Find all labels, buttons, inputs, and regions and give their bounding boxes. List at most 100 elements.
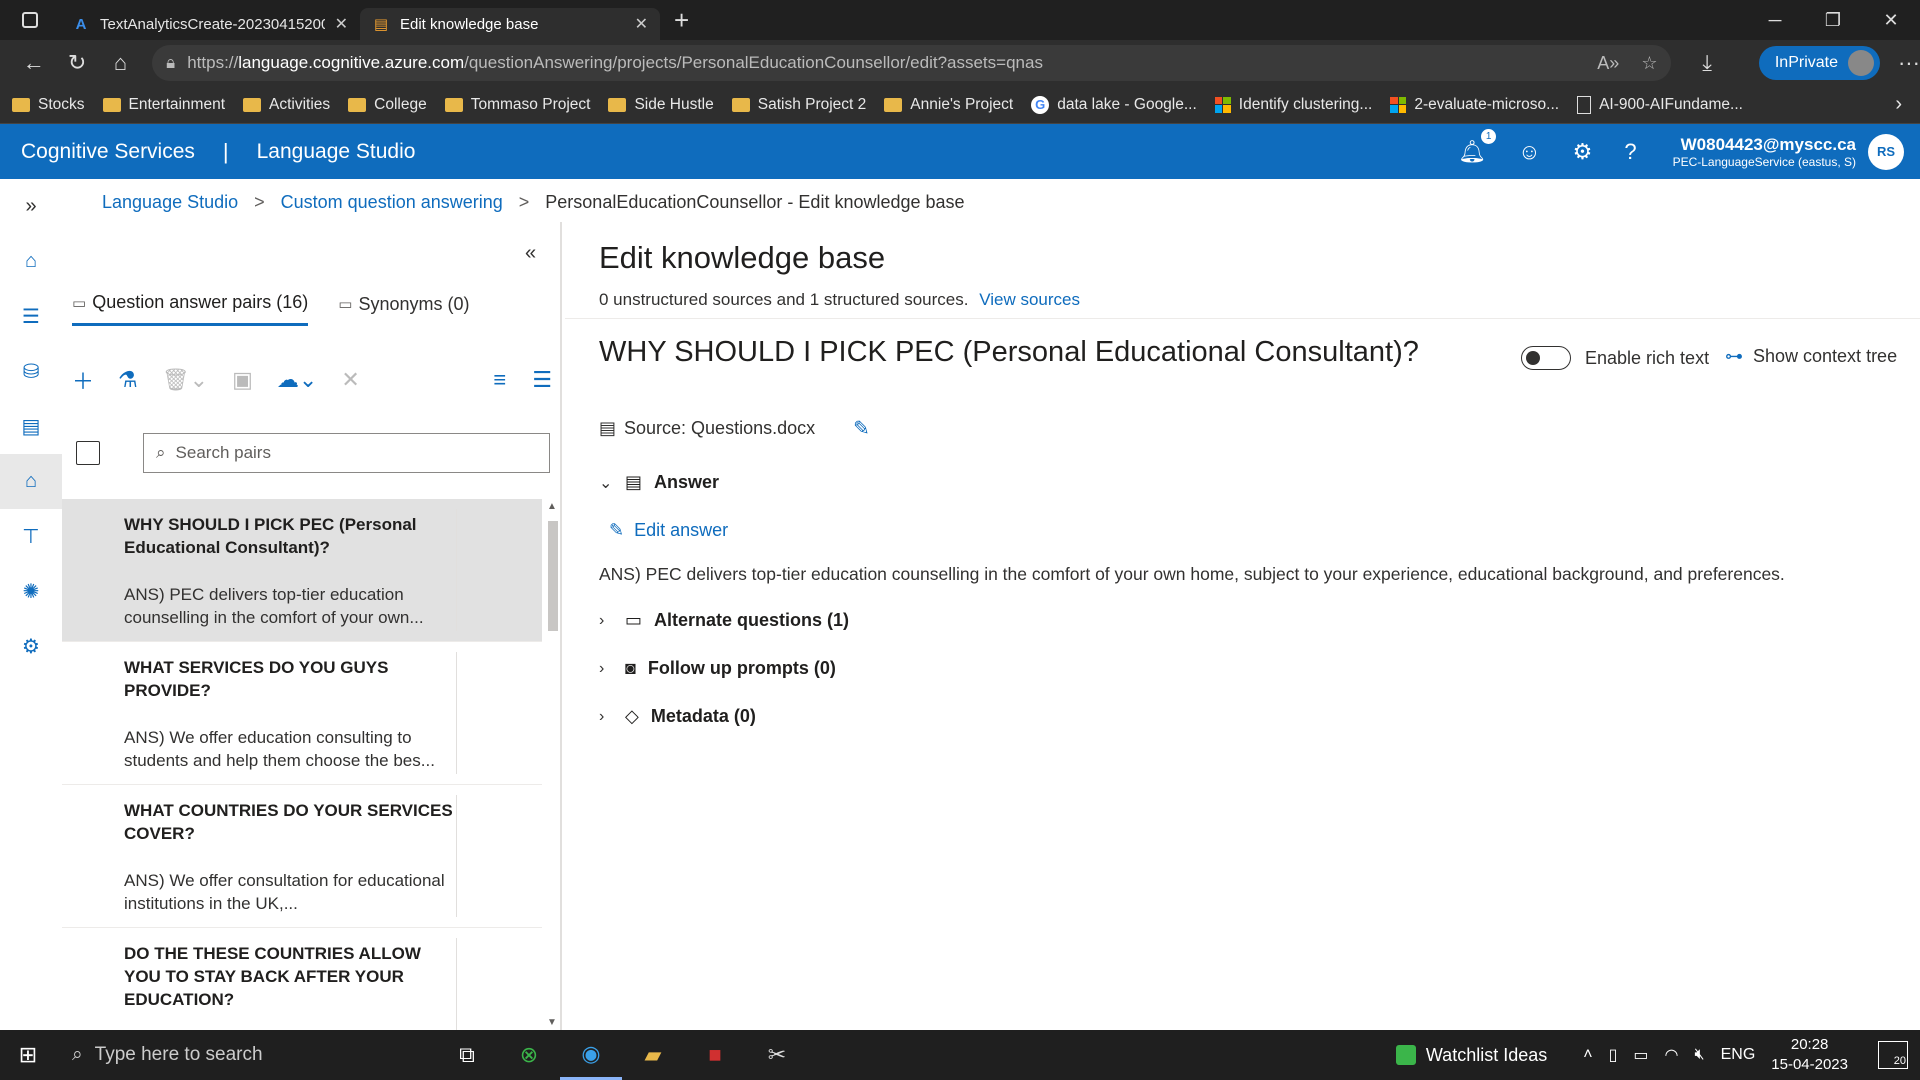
metadata-toggle[interactable]: › ◇ Metadata (0): [599, 706, 756, 727]
battery-icon[interactable]: ▭: [1633, 1045, 1648, 1065]
task-view-icon[interactable]: ⧉: [436, 1030, 498, 1080]
bookmark-entertainment[interactable]: Entertainment: [102, 96, 225, 114]
save-icon[interactable]: ▣: [232, 367, 253, 393]
settings-nav-icon[interactable]: ⚙: [0, 619, 62, 674]
toggle-switch[interactable]: [1521, 346, 1571, 370]
breadcrumb-language-studio[interactable]: Language Studio: [102, 192, 238, 213]
lightbulb-nav-icon[interactable]: ✺: [0, 564, 62, 619]
bookmark-tommaso[interactable]: Tommaso Project: [444, 96, 590, 114]
deploy-nav-icon[interactable]: ⊤: [0, 509, 62, 564]
taskbar-search-input[interactable]: ⌕ Type here to search: [56, 1030, 436, 1080]
chevron-right-icon[interactable]: ›: [1895, 93, 1902, 116]
read-aloud-icon[interactable]: A»: [1597, 53, 1619, 74]
answer-section-toggle[interactable]: ⌄ ▤ Answer: [599, 472, 719, 493]
close-window-icon[interactable]: ✕: [1862, 0, 1920, 40]
close-icon[interactable]: ✕: [635, 14, 648, 34]
list-item[interactable]: WHAT COUNTRIES DO YOUR SERVICES COVER? A…: [62, 785, 542, 928]
tab-actions-icon[interactable]: [0, 0, 60, 40]
refresh-icon[interactable]: ↻: [55, 50, 98, 76]
gear-icon[interactable]: ⚙: [1573, 139, 1593, 165]
bookmark-annie[interactable]: Annie's Project: [884, 96, 1013, 114]
add-icon[interactable]: ＋: [72, 364, 94, 396]
test-flask-icon[interactable]: ⚗: [118, 367, 138, 393]
bookmark-activities[interactable]: Activities: [243, 96, 330, 114]
chevron-down-icon: ⌄: [599, 474, 613, 492]
download-icon[interactable]: ⤓: [1685, 50, 1728, 76]
edit-kb-nav-icon[interactable]: ⌂: [0, 454, 62, 509]
bookmark-ai900[interactable]: AI-900-AIFundame...: [1577, 95, 1743, 114]
restore-icon[interactable]: ❐: [1804, 0, 1862, 40]
bookmark-college[interactable]: College: [348, 96, 427, 114]
view-sources-link[interactable]: View sources: [979, 290, 1080, 309]
close-icon[interactable]: ✕: [335, 14, 348, 34]
wifi-icon[interactable]: ◠: [1665, 1045, 1679, 1065]
file-explorer-icon[interactable]: ▰: [622, 1030, 684, 1080]
avatar[interactable]: RS: [1868, 133, 1904, 170]
home-nav-icon[interactable]: ⌂: [0, 234, 62, 289]
select-all-checkbox[interactable]: [76, 441, 100, 465]
home-icon[interactable]: ⌂: [99, 50, 142, 76]
url-input[interactable]: 🔒︎ https://language.cognitive.azure.com/…: [152, 45, 1672, 81]
scroll-down-icon[interactable]: ▼: [547, 1017, 557, 1028]
volume-muted-icon[interactable]: 🔇︎: [1695, 1046, 1705, 1064]
list-item[interactable]: WHAT SERVICES DO YOU GUYS PROVIDE? ANS) …: [62, 642, 542, 785]
feedback-smiley-icon[interactable]: ☺: [1518, 139, 1540, 165]
sort-icon[interactable]: ☰: [532, 367, 552, 393]
back-icon[interactable]: ←: [12, 50, 55, 76]
help-icon[interactable]: ?: [1624, 139, 1636, 165]
browser-tab-textanalytics[interactable]: A TextAnalyticsCreate-20230415200 ✕: [60, 8, 360, 40]
language-indicator[interactable]: ENG: [1721, 1046, 1756, 1064]
bookmark-satish[interactable]: Satish Project 2: [731, 96, 866, 114]
edge-icon[interactable]: ◉: [560, 1030, 622, 1080]
minimize-icon[interactable]: ─: [1746, 0, 1804, 40]
alternate-questions-toggle[interactable]: › ▭ Alternate questions (1): [599, 610, 849, 631]
search-input[interactable]: ⌕ Search pairs: [143, 433, 550, 473]
show-context-tree-button[interactable]: ⊶ Show context tree: [1725, 346, 1897, 367]
question-title: WHY SHOULD I PICK PEC (Personal Educatio…: [599, 336, 1419, 368]
new-tab-button[interactable]: +: [660, 0, 703, 40]
scrollbar-thumb[interactable]: [548, 521, 558, 631]
windows-start-icon[interactable]: ⊞: [0, 1042, 56, 1068]
user-account[interactable]: W0804423@myscc.ca PEC-LanguageService (e…: [1673, 135, 1856, 169]
expand-nav-icon[interactable]: »: [0, 179, 62, 234]
inprivate-button[interactable]: InPrivate: [1758, 46, 1880, 80]
delete-icon[interactable]: 🗑︎⌄: [162, 367, 208, 393]
pencil-icon[interactable]: ✎: [853, 416, 870, 441]
notifications-button[interactable]: 🔔︎ 1: [1458, 128, 1497, 165]
scroll-up-icon[interactable]: ▲: [547, 501, 557, 512]
app-snip-icon[interactable]: ✂: [746, 1030, 808, 1080]
bookmark-stocks[interactable]: Stocks: [12, 96, 85, 114]
more-icon[interactable]: ···: [1898, 50, 1920, 76]
list-item[interactable]: DO THE THESE COUNTRIES ALLOW YOU TO STAY…: [62, 928, 542, 1030]
bookmark-identify-clustering[interactable]: Identify clustering...: [1214, 96, 1372, 114]
cloud-upload-icon[interactable]: ☁⌄: [277, 367, 317, 393]
bookmark-evaluate[interactable]: 2-evaluate-microso...: [1390, 96, 1559, 114]
clock[interactable]: 20:28 15-04-2023: [1771, 1035, 1848, 1075]
scrollbar[interactable]: ▲ ▼: [544, 499, 560, 1030]
list-nav-icon[interactable]: ☰: [0, 289, 62, 344]
browser-tab-edit-kb[interactable]: ▤ Edit knowledge base ✕: [360, 8, 660, 40]
rich-text-toggle[interactable]: Enable rich text: [1521, 346, 1709, 370]
breadcrumb-custom-qa[interactable]: Custom question answering: [281, 192, 503, 213]
close-icon[interactable]: ✕: [341, 367, 359, 393]
collapse-pane-icon[interactable]: «: [525, 242, 536, 265]
tab-question-answer-pairs[interactable]: ▭ Question answer pairs (16): [72, 292, 309, 326]
knowledge-base-nav-icon[interactable]: ▤: [0, 399, 62, 454]
list-item[interactable]: WHY SHOULD I PICK PEC (Personal Educatio…: [62, 499, 542, 642]
tab-synonyms[interactable]: ▭ Synonyms (0): [338, 292, 469, 326]
filter-icon[interactable]: ≡: [493, 367, 506, 393]
follow-up-prompts-toggle[interactable]: › ◙ Follow up prompts (0): [599, 658, 836, 679]
database-nav-icon[interactable]: ⛁: [0, 344, 62, 399]
bookmark-data-lake[interactable]: Gdata lake - Google...: [1031, 95, 1197, 114]
favorite-icon[interactable]: ☆: [1641, 53, 1657, 74]
app-red-icon[interactable]: ■: [684, 1030, 746, 1080]
bookmark-side-hustle[interactable]: Side Hustle: [608, 96, 714, 114]
device-icon[interactable]: ▯: [1609, 1045, 1618, 1065]
edit-answer-button[interactable]: ✎ Edit answer: [609, 520, 728, 541]
xbox-icon[interactable]: ⊗: [498, 1030, 560, 1080]
notification-center-icon[interactable]: 20: [1878, 1041, 1908, 1069]
brand-language-studio[interactable]: Language Studio: [257, 140, 416, 164]
watchlist-widget[interactable]: Watchlist Ideas: [1395, 1045, 1547, 1066]
brand-cognitive-services[interactable]: Cognitive Services: [21, 140, 195, 164]
chevron-up-icon[interactable]: ˄: [1583, 1046, 1592, 1064]
